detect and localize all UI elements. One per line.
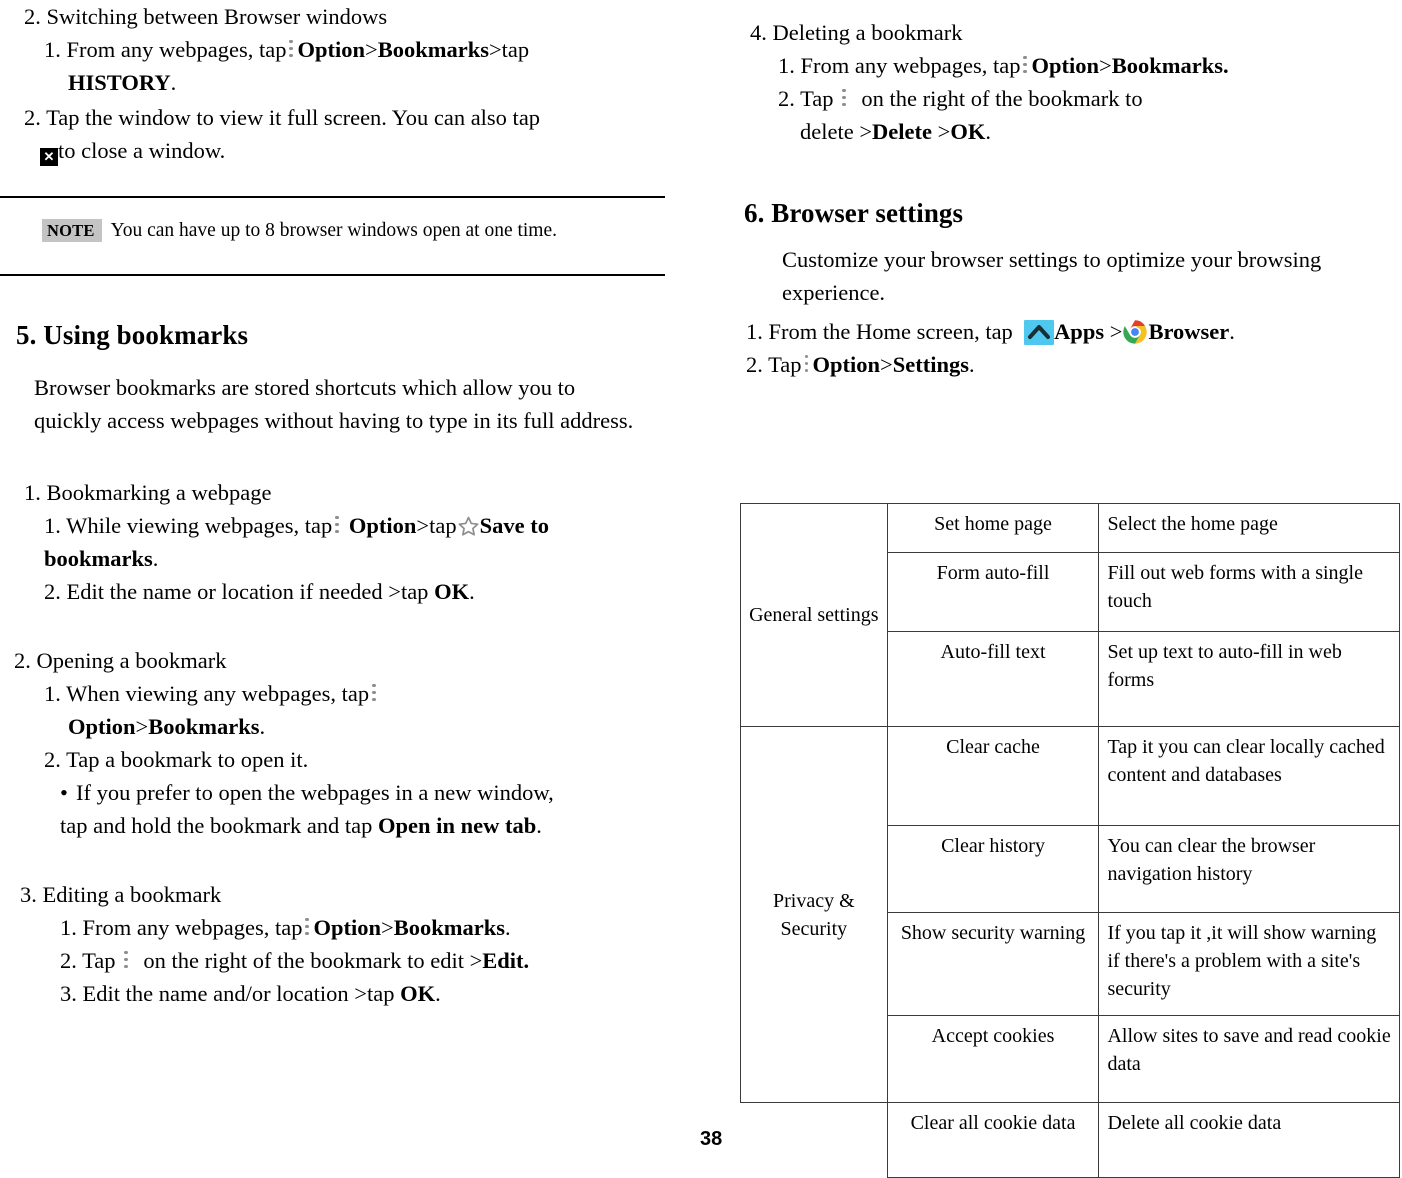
three-dots-vertical-icon[interactable] [304, 917, 311, 938]
bookmarking-step-2: 2. Edit the name or location if needed >… [44, 579, 475, 604]
browser-settings-step-2: 2. Tap Option>Settings. [746, 352, 975, 377]
editing-step-3: 3. Edit the name and/or location >tap OK… [60, 981, 441, 1006]
editing-step-2: 2. Tap on the right of the bookmark to e… [60, 948, 530, 973]
switching-heading: 2. Switching between Browser windows [24, 4, 388, 29]
opening-bullet: • If you prefer to open the webpages in a… [60, 776, 560, 842]
table-row: Clear all cookie data Delete all cookie … [740, 1102, 1400, 1178]
opening-step-1: 1. When viewing any webpages, tap Option… [44, 677, 690, 743]
table-cell-setting: Clear history [886, 825, 1100, 913]
three-dots-vertical-icon[interactable] [1022, 55, 1029, 76]
using-bookmarks-section: 5. Using bookmarks Browser bookmarks are… [0, 320, 690, 1010]
apps-chevron-up-icon[interactable] [1024, 320, 1055, 345]
three-dots-vertical-icon[interactable] [841, 88, 848, 109]
table-cell-setting: Clear cache [886, 726, 1100, 826]
note-content: NOTE You can have up to 8 browser windows… [42, 219, 557, 242]
table-group-label-empty [740, 1102, 888, 1178]
table-row: Privacy & Security Clear cache Tap it yo… [740, 726, 1400, 1103]
chrome-browser-icon[interactable] [1122, 319, 1148, 345]
opening-step-2: 2. Tap a bookmark to open it. [44, 747, 309, 772]
switching-step-2: 2. Tap the window to view it full screen… [24, 105, 541, 166]
table-cell-description: If you tap it ,it will show warning if t… [1098, 912, 1400, 1016]
three-dots-vertical-icon[interactable] [804, 354, 811, 375]
table-cell-setting: Show security warning [886, 912, 1100, 1016]
table-group-label-privacy: Privacy & Security [740, 726, 888, 1103]
table-cell-setting: Clear all cookie data [886, 1102, 1100, 1178]
table-cell-description: Fill out web forms with a single touch [1098, 552, 1400, 632]
left-column: 2. Switching between Browser windows 1. … [0, 0, 690, 1153]
three-dots-vertical-icon[interactable] [123, 950, 130, 971]
browser-settings-section: 6. Browser settings Customize your brows… [700, 198, 1402, 381]
three-dots-vertical-icon[interactable] [288, 39, 295, 60]
bullet-icon: • [60, 780, 68, 805]
three-dots-vertical-icon[interactable] [334, 515, 341, 536]
note-badge: NOTE [42, 219, 102, 242]
bookmarking-step-1: 1. While viewing webpages, tap Option>ta… [44, 513, 549, 571]
table-cell-setting: Set home page [886, 503, 1100, 553]
editing-heading: 3. Editing a bookmark [20, 882, 222, 907]
manual-page: 2. Switching between Browser windows 1. … [0, 0, 1402, 1178]
opening-heading: 2. Opening a bookmark [14, 648, 227, 673]
deleting-step-2: 2. Tap on the right of the bookmark to d… [778, 86, 1143, 144]
bookmarks-intro: Browser bookmarks are stored shortcuts w… [34, 375, 634, 433]
table-cell-description: Delete all cookie data [1098, 1102, 1400, 1178]
opening-bookmark-subsection: 2. Opening a bookmark 1. When viewing an… [0, 644, 690, 842]
deleting-step-1: 1. From any webpages, tap Option>Bookmark… [778, 53, 1229, 78]
bookmarking-heading: 1. Bookmarking a webpage [24, 480, 272, 505]
browser-settings-step-1: 1. From the Home screen, tap Apps > Brow… [746, 319, 1235, 345]
section-heading-using-bookmarks: 5. Using bookmarks [16, 320, 249, 350]
table-cell-setting: Auto-fill text [886, 631, 1100, 727]
close-x-icon[interactable]: ✕ [40, 148, 58, 166]
deleting-heading: 4. Deleting a bookmark [750, 20, 963, 45]
deleting-bookmark-subsection: 4. Deleting a bookmark 1. From any webpa… [700, 16, 1402, 148]
table-group-label-general: General settings [740, 503, 888, 727]
table-cell-description: Tap it you can clear locally cached cont… [1098, 726, 1400, 826]
section-heading-browser-settings: 6. Browser settings [744, 198, 964, 228]
note-box: NOTE You can have up to 8 browser windows… [0, 196, 665, 276]
browser-settings-intro: Customize your browser settings to optim… [782, 247, 1322, 305]
switching-windows-section: 2. Switching between Browser windows 1. … [0, 0, 690, 167]
three-dots-vertical-icon[interactable] [371, 683, 378, 704]
table-cell-description: Select the home page [1098, 503, 1400, 553]
table-cell-description: Allow sites to save and read cookie data [1098, 1015, 1400, 1103]
table-cell-setting: Form auto-fill [886, 552, 1100, 632]
table-cell-setting: Accept cookies [886, 1015, 1100, 1103]
table-cell-description: Set up text to auto-fill in web forms [1098, 631, 1400, 727]
table-row: General settings Set home page Select th… [740, 503, 1400, 727]
browser-settings-table: General settings Set home page Select th… [740, 503, 1400, 1178]
editing-bookmark-subsection: 3. Editing a bookmark 1. From any webpag… [0, 878, 690, 1010]
star-outline-icon[interactable] [457, 514, 480, 537]
page-number: 38 [700, 1128, 723, 1150]
table-cell-description: You can clear the browser navigation his… [1098, 825, 1400, 913]
editing-step-1: 1. From any webpages, tap Option>Bookmark… [60, 915, 511, 940]
switching-step-1: 1. From any webpages, tap Option>Bookmark… [44, 37, 530, 95]
bookmarking-subsection: 1. Bookmarking a webpage 1. While viewin… [0, 476, 690, 608]
